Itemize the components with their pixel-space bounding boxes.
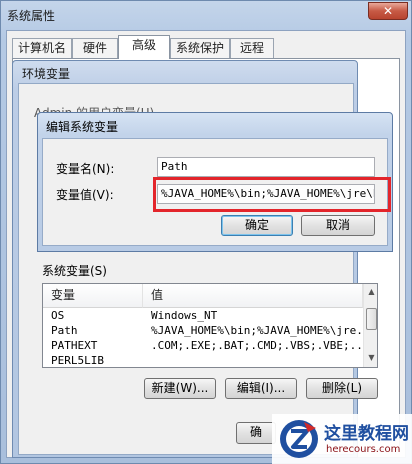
edit-variable-button[interactable]: 编辑(I)...	[225, 378, 297, 399]
scroll-up-icon[interactable]: ▲	[366, 286, 377, 298]
watermark-url: herecours.com	[326, 444, 401, 455]
table-row[interactable]: PATHEXT .COM;.EXE;.BAT;.CMD;.VBS;.VBE;..…	[43, 339, 363, 354]
tab-advanced[interactable]: 高级	[118, 35, 170, 59]
variable-name-label: 变量名(N):	[56, 162, 115, 176]
row-name: OS	[51, 309, 65, 322]
row-name: PATHEXT	[51, 339, 98, 352]
environment-ok-button[interactable]: 确	[236, 422, 276, 444]
new-variable-button[interactable]: 新建(W)...	[144, 378, 216, 399]
tab-hardware[interactable]: 硬件	[72, 38, 118, 58]
scroll-down-icon[interactable]: ▼	[366, 352, 377, 364]
close-button[interactable]: ✕	[368, 2, 408, 20]
row-name: Path	[51, 324, 78, 337]
tab-computer-name[interactable]: 计算机名	[12, 38, 72, 58]
ok-button[interactable]: 确定	[221, 215, 293, 236]
scroll-thumb[interactable]	[366, 308, 377, 330]
system-variables-label: 系统变量(S)	[42, 264, 107, 278]
variable-name-input[interactable]: Path	[157, 157, 375, 177]
system-properties-title: 系统属性	[7, 9, 56, 23]
row-name: PERL5LIB	[51, 354, 104, 367]
table-row[interactable]: Path %JAVA_HOME%\bin;%JAVA_HOME%\jre...	[43, 324, 363, 339]
site-logo-icon	[280, 420, 318, 458]
cancel-button[interactable]: 取消	[301, 215, 375, 236]
environment-variables-title: 环境变量	[22, 67, 71, 81]
watermark-text: 这里教程网	[324, 424, 409, 444]
column-header-value[interactable]: 值	[143, 284, 363, 308]
tab-system-protection[interactable]: 系统保护	[170, 38, 230, 58]
edit-dialog-title: 编辑系统变量	[46, 120, 119, 134]
watermark: 这里教程网 herecours.com	[272, 414, 412, 464]
row-value: Windows_NT	[151, 309, 218, 322]
column-header-variable[interactable]: 变量	[43, 284, 143, 308]
delete-variable-button[interactable]: 删除(L)	[306, 378, 378, 399]
table-row[interactable]: PERL5LIB	[43, 354, 363, 367]
row-value: .COM;.EXE;.BAT;.CMD;.VBS;.VBE;...	[151, 339, 363, 352]
vertical-scrollbar[interactable]: ▲ ▼	[363, 284, 377, 367]
highlight-annotation	[153, 177, 391, 212]
tab-remote[interactable]: 远程	[230, 38, 274, 58]
table-row[interactable]: OS Windows_NT	[43, 309, 363, 324]
row-value: %JAVA_HOME%\bin;%JAVA_HOME%\jre...	[151, 324, 363, 337]
system-variables-table[interactable]: 变量 值 OS Windows_NT Path %JAVA_HOME%\bin;…	[42, 283, 378, 368]
variable-value-label: 变量值(V):	[56, 188, 114, 202]
